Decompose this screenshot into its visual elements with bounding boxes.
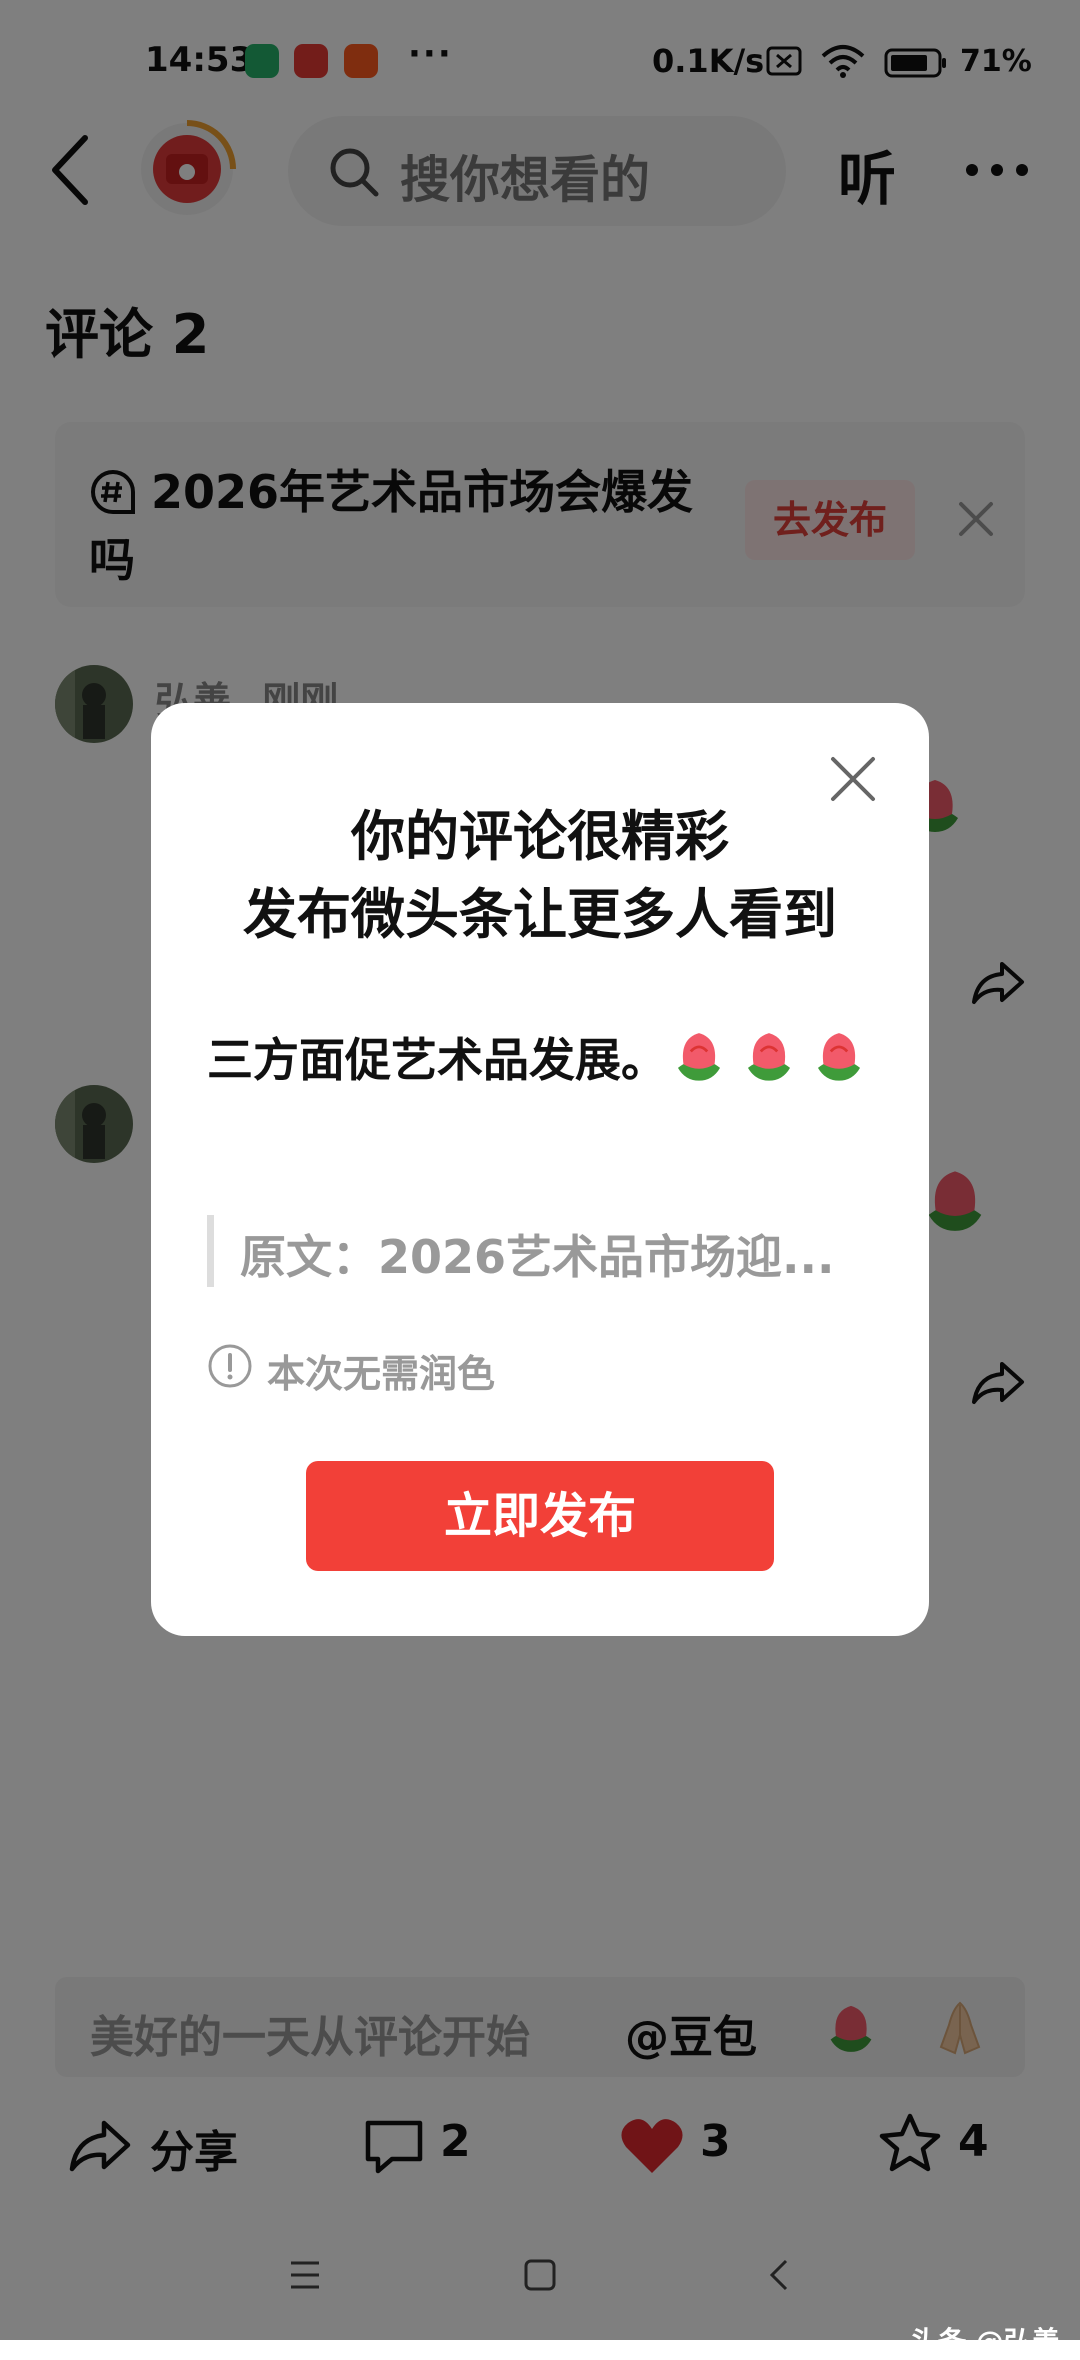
rose-emoji <box>737 1024 801 1088</box>
dialog-title-line1: 你的评论很精彩 <box>351 805 729 868</box>
publish-dialog: 你的评论很精彩 发布微头条让更多人看到 三方面促艺术品发展。 原文：2026艺术… <box>151 703 929 1636</box>
dialog-comment: 三方面促艺术品发展。 <box>207 1021 887 1099</box>
rose-emoji <box>667 1024 731 1088</box>
dialog-comment-text: 三方面促艺术品发展。 <box>207 1033 667 1087</box>
watermark: 头条 @弘善 <box>910 2325 1060 2358</box>
polish-info-text: 本次无需润色 <box>267 1352 496 1396</box>
original-quote: 原文：2026艺术品市场迎... <box>207 1215 864 1287</box>
info-icon <box>207 1343 253 1389</box>
publish-now-button[interactable]: 立即发布 <box>306 1461 774 1571</box>
rose-emoji <box>807 1024 871 1088</box>
dialog-title: 你的评论很精彩 发布微头条让更多人看到 <box>151 798 929 954</box>
dialog-title-line2: 发布微头条让更多人看到 <box>243 883 837 946</box>
original-quote-text: 原文：2026艺术品市场迎... <box>240 1230 835 1284</box>
